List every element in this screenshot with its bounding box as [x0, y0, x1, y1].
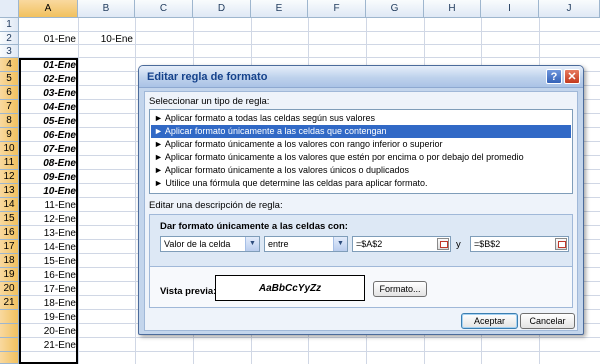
cancel-button[interactable]: Cancelar: [520, 313, 575, 329]
row-header-17[interactable]: 17: [0, 240, 19, 254]
column-header-f[interactable]: F: [308, 0, 366, 18]
column-header-h[interactable]: H: [424, 0, 481, 18]
rule-type-option[interactable]: ► Aplicar formato únicamente a los valor…: [151, 151, 571, 164]
row-header-6[interactable]: 6: [0, 86, 19, 100]
rule-type-option[interactable]: ► Aplicar formato únicamente a los valor…: [151, 138, 571, 151]
row-header-16[interactable]: 16: [0, 226, 19, 240]
column-header-e[interactable]: E: [251, 0, 308, 18]
gridline: [135, 18, 136, 364]
value1-input[interactable]: =$A$2: [352, 236, 451, 252]
row-header-24[interactable]: [0, 338, 19, 352]
dialog-title: Editar regla de formato: [147, 71, 268, 83]
condition-panel: Dar formato únicamente a las celdas con:…: [150, 215, 572, 267]
condition-type-select[interactable]: Valor de la celda ▼: [160, 236, 260, 252]
column-header-c[interactable]: C: [135, 0, 193, 18]
row-header-19[interactable]: 19: [0, 268, 19, 282]
help-icon[interactable]: ?: [546, 69, 562, 84]
gridline: [19, 31, 600, 32]
value2-input[interactable]: =$B$2: [470, 236, 569, 252]
row-header-4[interactable]: 4: [0, 58, 19, 72]
column-header-a[interactable]: A: [19, 0, 78, 18]
dialog-titlebar[interactable]: Editar regla de formato ? ✕: [139, 66, 583, 88]
select-rule-type-label: Seleccionar un tipo de regla:: [149, 96, 270, 107]
gridline: [19, 337, 600, 338]
cell-a2[interactable]: 01-Ene: [20, 33, 76, 46]
row-header-2[interactable]: 2: [0, 32, 19, 45]
preview-label: Vista previa:: [160, 286, 217, 297]
gridline: [19, 57, 600, 58]
close-icon[interactable]: ✕: [564, 69, 580, 84]
row-header-10[interactable]: 10: [0, 142, 19, 156]
select-all-corner[interactable]: [0, 0, 19, 18]
row-header-8[interactable]: 8: [0, 114, 19, 128]
row-header-14[interactable]: 14: [0, 198, 19, 212]
row-header-13[interactable]: 13: [0, 184, 19, 198]
rule-type-list[interactable]: ► Aplicar formato a todas las celdas seg…: [149, 109, 573, 194]
rule-type-option[interactable]: ► Aplicar formato a todas las celdas seg…: [151, 112, 571, 125]
condition-type-value: Valor de la celda: [164, 239, 231, 249]
column-header-g[interactable]: G: [366, 0, 424, 18]
operator-select[interactable]: entre ▼: [264, 236, 348, 252]
column-header-i[interactable]: I: [481, 0, 539, 18]
format-button[interactable]: Formato...: [373, 281, 427, 297]
chevron-down-icon[interactable]: ▼: [245, 237, 259, 251]
chevron-down-icon[interactable]: ▼: [333, 237, 347, 251]
dialog-body: Seleccionar un tipo de regla: ► Aplicar …: [144, 91, 578, 331]
row-header-21[interactable]: 21: [0, 296, 19, 310]
row-header-9[interactable]: 9: [0, 128, 19, 142]
row-header-5[interactable]: 5: [0, 72, 19, 86]
row-header-20[interactable]: 20: [0, 282, 19, 296]
row-header-25[interactable]: [0, 352, 19, 364]
row-header-3[interactable]: 3: [0, 45, 19, 58]
rule-type-option[interactable]: ► Utilice una fórmula que determine las …: [151, 177, 571, 190]
operator-value: entre: [268, 239, 289, 249]
row-header-1[interactable]: 1: [0, 18, 19, 32]
format-preview: AaBbCcYyZz: [215, 275, 365, 301]
edit-format-rule-dialog[interactable]: Editar regla de formato ? ✕ Seleccionar …: [138, 65, 584, 335]
row-header-22[interactable]: [0, 310, 19, 324]
cell-b2[interactable]: 10-Ene: [79, 33, 133, 46]
gridline: [19, 351, 600, 352]
rule-description-panel: Dar formato únicamente a las celdas con:…: [149, 214, 573, 308]
selection-range[interactable]: [19, 58, 78, 364]
row-header-23[interactable]: [0, 324, 19, 338]
gridline: [78, 18, 79, 364]
row-header-18[interactable]: 18: [0, 254, 19, 268]
rule-type-option-selected[interactable]: ► Aplicar formato únicamente a las celda…: [151, 125, 571, 138]
range-select-icon[interactable]: [555, 238, 567, 250]
value1-text: =$A$2: [356, 239, 383, 249]
value2-text: =$B$2: [474, 239, 501, 249]
column-header-b[interactable]: B: [78, 0, 135, 18]
edit-description-label: Editar una descripción de regla:: [149, 200, 283, 211]
column-header-j[interactable]: J: [539, 0, 600, 18]
column-header-d[interactable]: D: [193, 0, 251, 18]
rule-type-option[interactable]: ► Aplicar formato únicamente a los valor…: [151, 164, 571, 177]
format-only-cells-label: Dar formato únicamente a las celdas con:: [160, 221, 348, 232]
row-header-12[interactable]: 12: [0, 170, 19, 184]
row-header-11[interactable]: 11: [0, 156, 19, 170]
ok-button[interactable]: Aceptar: [461, 313, 518, 329]
and-label: y: [456, 239, 461, 250]
row-header-15[interactable]: 15: [0, 212, 19, 226]
row-header-7[interactable]: 7: [0, 100, 19, 114]
range-select-icon[interactable]: [437, 238, 449, 250]
